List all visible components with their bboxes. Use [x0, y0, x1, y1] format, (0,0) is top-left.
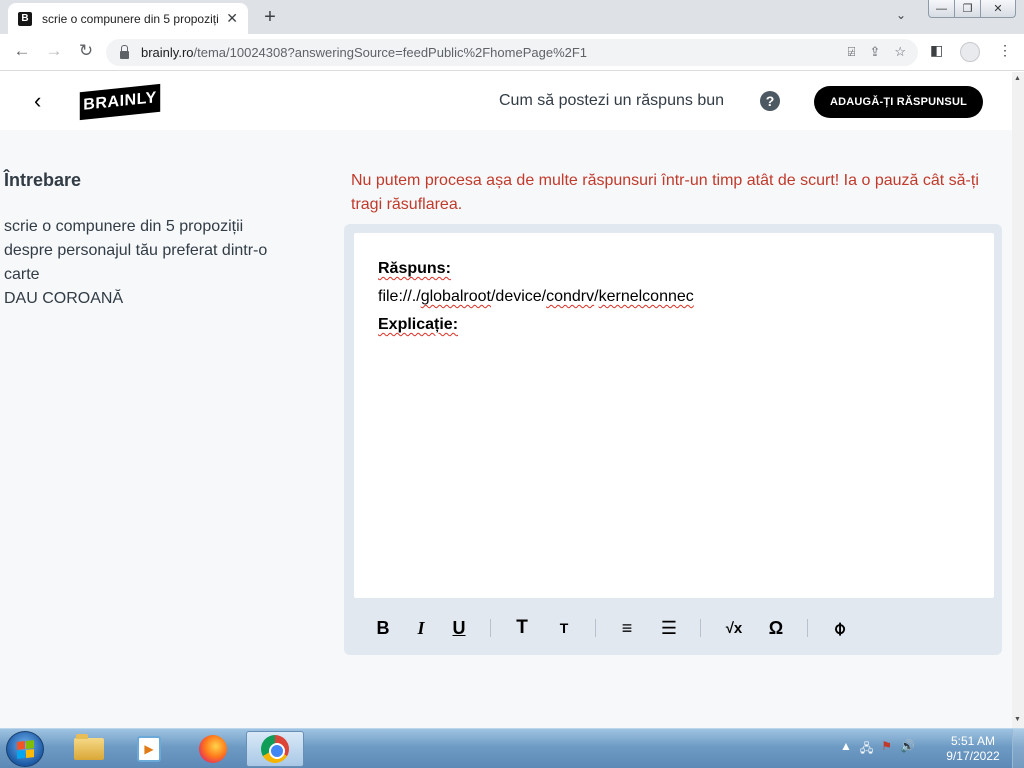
answer-text-part: globalroot [420, 288, 491, 305]
help-icon[interactable]: ? [760, 91, 780, 111]
clock-date: 9/17/2022 [946, 749, 1000, 763]
firefox-icon [199, 735, 227, 763]
lock-icon[interactable] [120, 44, 129, 59]
rate-limit-warning: Nu putem procesa așa de multe răspunsuri… [351, 172, 979, 213]
brainly-favicon-icon: B [18, 11, 32, 26]
underline-button[interactable]: U [446, 615, 472, 641]
bullet-list-icon[interactable]: ☰ [656, 615, 682, 641]
question-line: despre personajul tău preferat dintr-o [4, 242, 268, 259]
question-text: scrie o compunere din 5 propoziții despr… [4, 215, 324, 311]
browser-tab[interactable]: B scrie o compunere din 5 propoziții ✕ [8, 3, 248, 34]
close-tab-icon[interactable]: ✕ [226, 10, 238, 27]
add-answer-button[interactable]: ADAUGĂ-ȚI RĂSPUNSUL [814, 86, 983, 118]
explanation-label: Explicație: [378, 316, 459, 333]
how-to-answer-link[interactable]: Cum să postezi un răspuns bun [499, 92, 724, 110]
forward-arrow-icon[interactable]: → [42, 41, 66, 61]
answer-text-part: file://./ [378, 288, 421, 305]
url-path: /tema/10024308?answeringSource=feedPubli… [193, 45, 588, 60]
question-line: DAU COROANĂ [4, 290, 124, 307]
formatting-toolbar: B I U T T ≡ ☰ √x Ω ⌀ [354, 608, 994, 648]
show-hidden-icons-arrow[interactable]: ▲ [840, 739, 852, 760]
maximize-window-button[interactable]: ❐ [954, 0, 981, 18]
volume-icon[interactable]: 🔊 [900, 739, 915, 760]
web-page: ‹ BRAINLY Cum să postezi un răspuns bun … [0, 72, 1012, 728]
folder-icon [74, 734, 104, 760]
translate-icon[interactable]: ⍯ [848, 44, 856, 60]
answer-editor[interactable]: Răspuns: file://./globalroot/device/cond… [354, 233, 994, 598]
taskbar-media-player[interactable]: ▶ [120, 731, 178, 767]
toolbar-divider [700, 619, 701, 637]
scroll-down-arrow-icon[interactable]: ▼ [1014, 716, 1021, 723]
toolbar-divider [807, 619, 808, 637]
answer-label: Răspuns: [378, 260, 451, 277]
answer-editor-panel: Răspuns: file://./globalroot/device/cond… [344, 224, 1002, 655]
side-panel-icon[interactable]: ◧ [930, 42, 943, 59]
toolbar-divider [490, 619, 491, 637]
scroll-up-arrow-icon[interactable]: ▲ [1014, 75, 1021, 82]
address-bar[interactable]: brainly.ro/tema/10024308?answeringSource… [106, 39, 918, 66]
question-heading: Întrebare [4, 170, 82, 190]
page-header: ‹ BRAINLY Cum să postezi un răspuns bun … [0, 72, 1012, 130]
browser-toolbar: ← → ↻ brainly.ro/tema/10024308?answering… [0, 34, 1024, 71]
action-center-flag-icon[interactable]: ⚑ [881, 739, 892, 760]
math-equation-icon[interactable]: √x [719, 615, 749, 641]
share-icon[interactable]: ⇪ [869, 44, 880, 60]
question-line: scrie o compunere din 5 propoziții [4, 218, 244, 235]
url-domain: brainly.ro [141, 45, 194, 60]
chrome-icon [261, 735, 289, 763]
omnibox-actions: ⍯ ⇪ ☆ [848, 44, 906, 60]
profile-avatar-icon[interactable] [960, 42, 980, 62]
start-button[interactable] [6, 731, 44, 767]
heading-small-button[interactable]: T [551, 615, 577, 641]
system-tray: ▲ 🖧 ⚑ 🔊 [840, 739, 915, 760]
taskbar-firefox[interactable] [184, 731, 242, 767]
heading-large-button[interactable]: T [509, 615, 535, 641]
network-icon[interactable]: 🖧 [860, 739, 873, 760]
ordered-list-icon[interactable]: ≡ [614, 615, 640, 641]
italic-button[interactable]: I [408, 615, 434, 641]
page-scrollbar[interactable] [1012, 72, 1024, 728]
taskbar-explorer[interactable] [60, 731, 118, 767]
windows-taskbar: ▶ ▲ 🖧 ⚑ 🔊 5:51 AM 9/17/2022 [0, 728, 1024, 768]
url-text[interactable]: brainly.ro/tema/10024308?answeringSource… [141, 45, 587, 60]
windows-logo-icon [17, 740, 34, 759]
back-chevron-icon[interactable]: ‹ [34, 88, 41, 114]
minimize-window-button[interactable]: — [928, 0, 955, 18]
brainly-logo[interactable]: BRAINLY [79, 83, 161, 121]
toolbar-divider [595, 619, 596, 637]
question-line: carte [4, 266, 40, 283]
special-symbol-icon[interactable]: Ω [763, 615, 789, 641]
attachment-paperclip-icon[interactable]: ⌀ [821, 610, 858, 647]
browser-tab-bar: B scrie o compunere din 5 propoziții ✕ +… [0, 0, 1024, 34]
chrome-menu-icon[interactable]: ⋮ [998, 42, 1012, 59]
tab-title: scrie o compunere din 5 propoziții [42, 11, 218, 26]
close-window-button[interactable]: ✕ [980, 0, 1016, 18]
clock-time: 5:51 AM [950, 734, 996, 748]
bookmark-star-icon[interactable]: ☆ [894, 44, 906, 60]
answer-text-part: condrv [546, 288, 595, 305]
taskbar-chrome[interactable] [246, 731, 304, 767]
taskbar-clock[interactable]: 5:51 AM 9/17/2022 [940, 734, 1006, 764]
new-tab-button[interactable]: + [259, 6, 281, 29]
bold-button[interactable]: B [370, 615, 396, 641]
answer-content: file://./globalroot/device/condrv/kernel… [378, 288, 970, 306]
reload-icon[interactable]: ↻ [74, 41, 98, 61]
answer-text-part: kernelconnec [598, 288, 694, 305]
tab-search-chevron-icon[interactable]: ⌄ [896, 8, 906, 22]
back-arrow-icon[interactable]: ← [10, 41, 34, 61]
media-player-icon: ▶ [137, 736, 161, 762]
show-desktop-button[interactable] [1012, 729, 1024, 768]
answer-text-part: /device/ [490, 288, 547, 305]
